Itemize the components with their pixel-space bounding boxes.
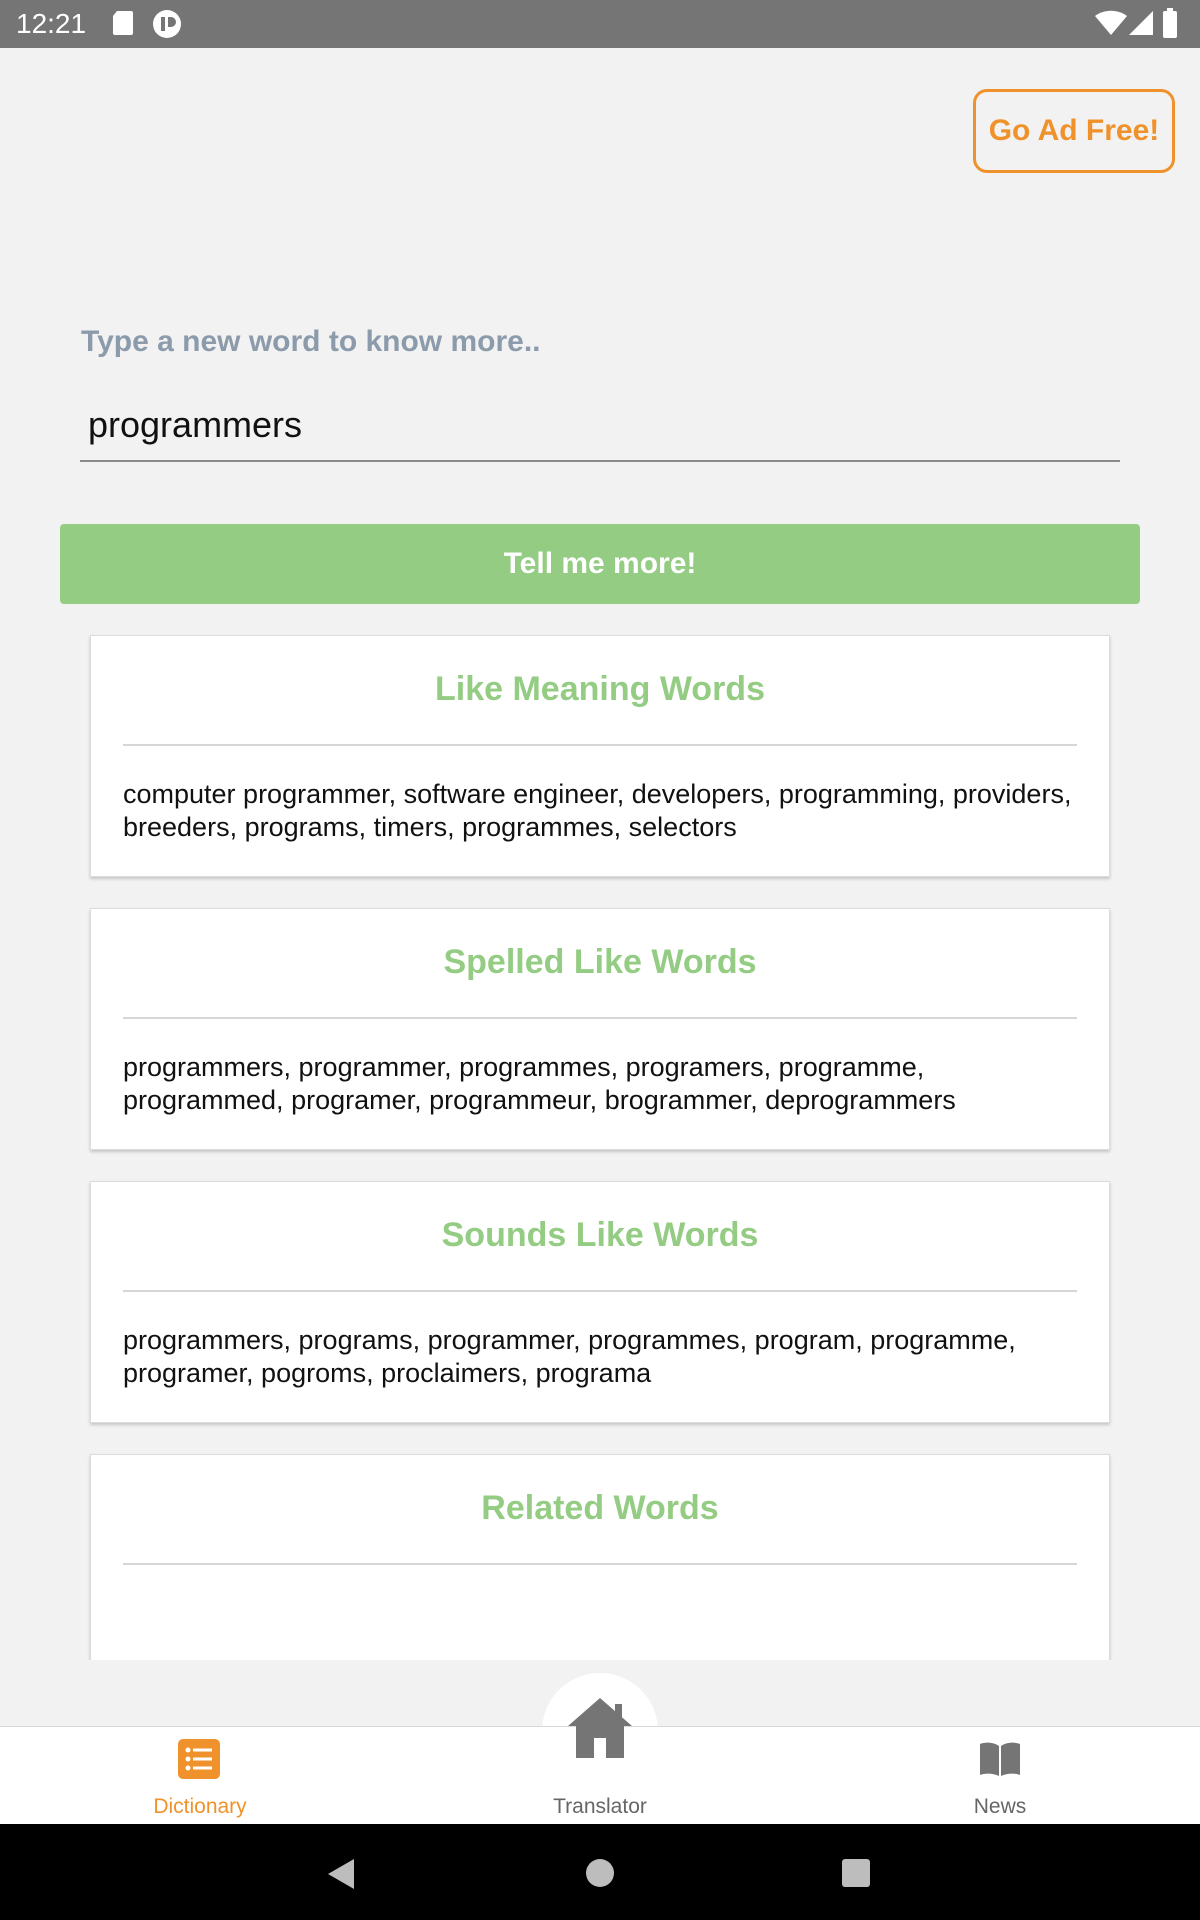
word-input[interactable]: [80, 390, 1120, 462]
status-bar: 12:21: [0, 0, 1200, 48]
card-title: Related Words: [481, 1489, 719, 1527]
card-title: Like Meaning Words: [435, 670, 765, 708]
list-icon: [178, 1739, 220, 1779]
app-notification-icon: [152, 9, 182, 44]
nav-translator[interactable]: Translator: [400, 1698, 800, 1825]
nav-news[interactable]: News: [800, 1727, 1200, 1825]
word-input-label: Type a new word to know more..: [81, 325, 541, 358]
like-meaning-card: Like Meaning Words computer programmer, …: [90, 635, 1110, 877]
nav-dictionary[interactable]: Dictionary: [0, 1727, 400, 1825]
sd-card-icon: [112, 10, 134, 41]
nav-dictionary-label: Dictionary: [153, 1795, 247, 1818]
recents-icon[interactable]: [842, 1859, 870, 1887]
card-divider: [123, 1017, 1077, 1019]
nav-news-label: News: [973, 1795, 1027, 1818]
back-icon[interactable]: [326, 1858, 356, 1890]
home-circle-icon[interactable]: [585, 1858, 615, 1888]
results-list[interactable]: Like Meaning Words computer programmer, …: [0, 620, 1200, 1660]
system-nav-bar: [0, 1824, 1200, 1920]
card-title: Sounds Like Words: [441, 1216, 759, 1254]
book-icon: [980, 1742, 1020, 1776]
card-divider: [123, 1563, 1077, 1565]
signal-icon: [1128, 10, 1154, 41]
wifi-icon: [1095, 10, 1127, 41]
card-words[interactable]: programmers, programmer, programmes, pro…: [123, 1051, 1077, 1117]
status-time: 12:21: [16, 8, 87, 39]
home-icon: [568, 1698, 632, 1758]
related-words-card: Related Words: [90, 1454, 1110, 1660]
bottom-nav: Dictionary Translator News: [0, 1698, 1200, 1825]
go-ad-free-button[interactable]: Go Ad Free!: [973, 89, 1175, 173]
card-words[interactable]: computer programmer, software engineer, …: [123, 778, 1077, 844]
nav-translator-label: Translator: [553, 1795, 647, 1818]
sounds-like-card: Sounds Like Words programmers, programs,…: [90, 1181, 1110, 1423]
tell-me-more-button[interactable]: Tell me more!: [60, 524, 1140, 604]
card-words[interactable]: programmers, programs, programmer, progr…: [123, 1324, 1077, 1390]
spelled-like-card: Spelled Like Words programmers, programm…: [90, 908, 1110, 1150]
card-divider: [123, 744, 1077, 746]
card-divider: [123, 1290, 1077, 1292]
card-title: Spelled Like Words: [443, 943, 757, 981]
battery-icon: [1162, 8, 1178, 43]
